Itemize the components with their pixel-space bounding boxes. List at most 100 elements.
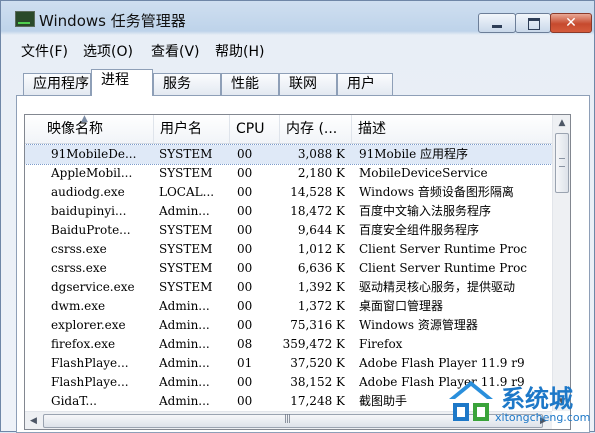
process-row[interactable]: BaiduProte... SYSTEM 00 9,644 K 百度安全组件服务程序: [25, 221, 552, 240]
process-memory: 2,180 K: [297, 166, 345, 180]
process-description: 百度中文输入法服务程序: [359, 204, 492, 218]
menu-view[interactable]: 查看(V): [151, 41, 200, 61]
process-name: BaiduProte...: [51, 223, 131, 237]
tab-services[interactable]: 服务: [153, 73, 221, 95]
process-name: baidupinyi...: [51, 204, 127, 218]
task-manager-window: Windows 任务管理器 ✕ 文件(F) 选项(O) 查看(V) 帮助(H) …: [0, 0, 595, 433]
process-name: audiodg.exe: [51, 185, 125, 199]
task-manager-icon: [15, 11, 35, 27]
process-row[interactable]: firefox.exe Admin... 08 359,472 K Firefox: [25, 335, 552, 354]
column-memory[interactable]: 内存 (...: [280, 115, 352, 143]
process-memory: 18,472 K: [290, 204, 345, 218]
process-cpu: 00: [237, 185, 253, 199]
process-cpu: 00: [237, 280, 253, 294]
process-name: csrss.exe: [51, 242, 107, 256]
process-memory: 1,012 K: [297, 242, 345, 256]
column-description-label: 描述: [358, 121, 386, 137]
process-cpu: 00: [237, 204, 253, 218]
column-cpu-label: CPU: [236, 121, 265, 137]
process-memory: 38,152 K: [290, 375, 345, 389]
tab-applications[interactable]: 应用程序: [23, 73, 91, 95]
column-image-name-label: 映像名称: [47, 121, 103, 137]
maximize-button[interactable]: [515, 13, 551, 33]
process-user: Admin...: [159, 318, 210, 332]
process-memory: 75,316 K: [290, 318, 345, 332]
process-name: GidaT...: [51, 394, 97, 408]
process-row[interactable]: AppleMobil... SYSTEM 00 2,180 K MobileDevice…: [25, 164, 552, 183]
column-user-name[interactable]: 用户名: [154, 115, 230, 143]
process-name: dwm.exe: [51, 299, 106, 313]
process-cpu: 08: [237, 337, 253, 351]
process-row[interactable]: dwm.exe Admin... 00 1,372 K 桌面窗口管理器: [25, 297, 552, 316]
process-user: Admin...: [159, 337, 210, 351]
column-description[interactable]: 描述: [352, 115, 552, 143]
process-cpu: 00: [237, 147, 253, 161]
process-description: Firefox: [359, 337, 403, 351]
minimize-button[interactable]: [478, 13, 516, 33]
process-description: Adobe Flash Player 11.9 r9: [359, 356, 525, 370]
process-row[interactable]: FlashPlaye... Admin... 01 37,520 K Adobe Fla…: [25, 354, 552, 373]
process-row[interactable]: audiodg.exe LOCAL... 00 14,528 K Windows 音频设…: [25, 183, 552, 202]
process-row[interactable]: dgservice.exe SYSTEM 00 1,392 K 驱动精灵核心服务，提供驱…: [25, 278, 552, 297]
maximize-icon: [528, 18, 540, 30]
process-cpu: 00: [237, 242, 253, 256]
process-user: Admin...: [159, 394, 210, 408]
watermark-site: xitongcheng.com: [495, 411, 591, 424]
process-name: 91MobileDe...: [51, 147, 137, 161]
tab-networking[interactable]: 联网: [279, 73, 337, 95]
vertical-scrollbar[interactable]: ▲ ▼: [552, 115, 570, 411]
process-name: AppleMobil...: [51, 166, 133, 180]
process-user: Admin...: [159, 204, 210, 218]
process-user: SYSTEM: [159, 147, 213, 161]
process-user: SYSTEM: [159, 166, 213, 180]
process-name: FlashPlaye...: [51, 356, 129, 370]
process-row[interactable]: csrss.exe SYSTEM 00 6,636 K Client Server Ru…: [25, 259, 552, 278]
tab-processes[interactable]: 进程: [91, 69, 153, 96]
menu-file[interactable]: 文件(F): [21, 41, 68, 61]
menu-bar: 文件(F) 选项(O) 查看(V) 帮助(H): [1, 37, 594, 61]
column-header-row: ▲ 映像名称 用户名 CPU 内存 (... 描述: [25, 115, 552, 144]
column-image-name[interactable]: ▲ 映像名称: [41, 115, 154, 143]
watermark-logo-icon: [449, 381, 493, 421]
column-cpu[interactable]: CPU: [230, 115, 280, 143]
menu-help[interactable]: 帮助(H): [215, 41, 264, 61]
column-user-name-label: 用户名: [160, 121, 202, 137]
process-memory: 9,644 K: [297, 223, 345, 237]
process-cpu: 00: [237, 318, 253, 332]
watermark: 系统城 xitongcheng.com: [443, 377, 593, 429]
process-memory: 37,520 K: [290, 356, 345, 370]
process-cpu: 00: [237, 375, 253, 389]
scroll-left-icon[interactable]: ◀: [25, 412, 42, 429]
process-row[interactable]: 91MobileDe... SYSTEM 00 3,088 K 91Mobile 应用程…: [25, 144, 553, 165]
process-user: Admin...: [159, 299, 210, 313]
scroll-up-icon[interactable]: ▲: [554, 115, 570, 132]
process-row[interactable]: explorer.exe Admin... 00 75,316 K Windows 资源…: [25, 316, 552, 335]
vertical-scroll-thumb[interactable]: [555, 133, 569, 193]
process-row[interactable]: csrss.exe SYSTEM 00 1,012 K Client Server Ru…: [25, 240, 552, 259]
minimize-icon: [492, 25, 502, 28]
process-user: SYSTEM: [159, 242, 213, 256]
close-icon: ✕: [565, 15, 577, 31]
process-memory: 359,472 K: [282, 337, 345, 351]
process-cpu: 00: [237, 166, 253, 180]
menu-options[interactable]: 选项(O): [83, 41, 133, 61]
process-description: 百度安全组件服务程序: [359, 223, 480, 237]
process-name: csrss.exe: [51, 261, 107, 275]
process-memory: 1,392 K: [297, 280, 345, 294]
tab-performance[interactable]: 性能: [221, 73, 279, 95]
close-button[interactable]: ✕: [550, 13, 592, 33]
process-name: FlashPlaye...: [51, 375, 129, 389]
process-cpu: 00: [237, 299, 253, 313]
process-description: 91Mobile 应用程序: [359, 147, 469, 161]
process-cpu: 00: [237, 261, 253, 275]
process-user: SYSTEM: [159, 223, 213, 237]
process-memory: 14,528 K: [290, 185, 345, 199]
process-description: 桌面窗口管理器: [359, 299, 444, 313]
process-memory: 1,372 K: [297, 299, 345, 313]
process-user: SYSTEM: [159, 261, 213, 275]
title-bar[interactable]: Windows 任务管理器 ✕: [1, 1, 594, 35]
process-memory: 3,088 K: [297, 147, 345, 161]
tab-users[interactable]: 用户: [337, 73, 393, 95]
sort-ascending-icon: ▲: [81, 114, 88, 124]
process-row[interactable]: baidupinyi... Admin... 00 18,472 K 百度中文输入法服务…: [25, 202, 552, 221]
